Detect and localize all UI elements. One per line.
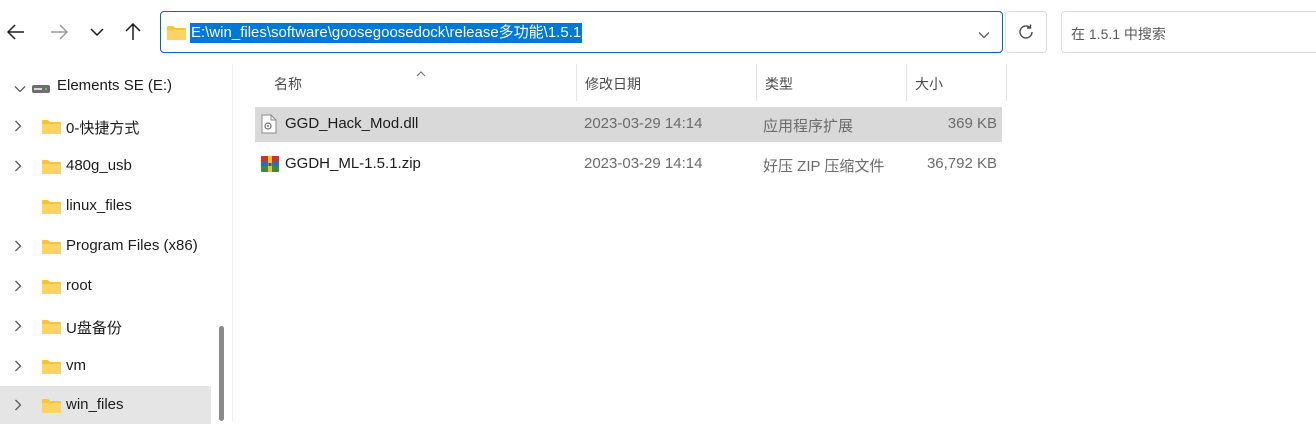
tree-item-label: vm	[66, 357, 86, 374]
file-date: 2023-03-29 14:14	[584, 115, 703, 132]
file-type: 好压 ZIP 压缩文件	[763, 158, 885, 175]
tree-item-vm[interactable]: vm	[0, 347, 211, 385]
tree-item-linux-files[interactable]: linux_files	[0, 187, 211, 225]
folder-icon	[42, 279, 61, 298]
column-header-date[interactable]: 修改日期	[577, 64, 756, 101]
folder-icon	[42, 319, 61, 338]
tree-item-usb-backup[interactable]: U盘备份	[0, 307, 211, 345]
tree-item-label: win_files	[66, 396, 124, 413]
arrow-up-icon	[125, 23, 141, 40]
chevron-right-icon[interactable]	[14, 359, 22, 376]
folder-icon	[42, 159, 61, 178]
folder-icon	[167, 25, 186, 44]
column-header-label: 名称	[274, 76, 302, 92]
tree-item-label: U盘备份	[66, 320, 122, 337]
chevron-right-icon[interactable]	[14, 119, 22, 136]
folder-icon	[42, 199, 61, 218]
chevron-down-icon[interactable]	[14, 80, 26, 97]
forward-button[interactable]	[44, 14, 74, 50]
column-separator[interactable]	[1006, 64, 1007, 101]
recent-locations-button[interactable]	[82, 14, 112, 50]
chevron-right-icon[interactable]	[14, 279, 22, 296]
column-header-label: 大小	[915, 76, 943, 92]
column-header-label: 修改日期	[585, 76, 641, 92]
drive-icon	[32, 81, 50, 98]
tree-item-program-files-x86[interactable]: Program Files (x86)	[0, 227, 211, 265]
address-bar[interactable]: E:\win_files\software\goosegoosedock\rel…	[160, 11, 1003, 53]
tree-item-label: Program Files (x86)	[66, 237, 198, 254]
column-header-type[interactable]: 类型	[757, 64, 906, 101]
refresh-button[interactable]	[1005, 11, 1047, 53]
search-placeholder[interactable]: 在 1.5.1 中搜索	[1071, 24, 1166, 44]
tree-item-root[interactable]: root	[0, 267, 211, 305]
tree-item-label: root	[66, 277, 92, 294]
column-header-label: 类型	[765, 76, 793, 92]
dll-file-icon	[260, 114, 278, 138]
file-name: GGD_Hack_Mod.dll	[285, 115, 419, 132]
chevron-down-icon	[90, 28, 104, 36]
address-dropdown-icon[interactable]	[978, 26, 990, 43]
search-box[interactable]: 在 1.5.1 中搜索	[1061, 11, 1316, 53]
folder-icon	[42, 119, 61, 138]
tree-item-drive[interactable]: Elements SE (E:)	[0, 67, 211, 105]
folder-icon	[42, 239, 61, 258]
chevron-right-icon[interactable]	[14, 159, 22, 176]
file-size: 36,792 KB	[926, 155, 997, 172]
file-date: 2023-03-29 14:14	[584, 155, 703, 172]
folder-icon	[42, 398, 61, 417]
chevron-right-icon[interactable]	[14, 398, 22, 415]
column-header-size[interactable]: 大小	[907, 64, 1006, 101]
back-button[interactable]	[1, 14, 31, 50]
arrow-right-icon	[51, 24, 68, 40]
chevron-right-icon[interactable]	[14, 239, 22, 256]
file-size: 369 KB	[947, 115, 997, 132]
tree-item-480g-usb[interactable]: 480g_usb	[0, 147, 211, 185]
address-path[interactable]: E:\win_files\software\goosegoosedock\rel…	[190, 23, 583, 43]
tree-item-label: Elements SE (E:)	[57, 77, 173, 94]
file-type: 应用程序扩展	[763, 118, 854, 135]
tree-item-0-shortcuts[interactable]: 0-快捷方式	[0, 107, 211, 145]
refresh-icon	[1019, 24, 1033, 39]
zip-archive-icon	[260, 154, 280, 178]
tree-item-label: linux_files	[66, 197, 132, 214]
nav-scrollbar-thumb[interactable]	[219, 326, 224, 421]
pane-divider[interactable]	[232, 64, 233, 421]
file-name: GGDH_ML-1.5.1.zip	[285, 155, 421, 172]
tree-item-win-files[interactable]: win_files	[0, 386, 211, 424]
folder-icon	[42, 359, 61, 378]
chevron-right-icon[interactable]	[14, 319, 22, 336]
arrow-left-icon	[7, 24, 24, 40]
file-row[interactable]: GGD_Hack_Mod.dll 2023-03-29 14:14 应用程序扩展…	[255, 107, 1002, 142]
up-button[interactable]	[118, 14, 148, 50]
file-row[interactable]: GGDH_ML-1.5.1.zip 2023-03-29 14:14 好压 ZI…	[255, 147, 1002, 182]
tree-item-label: 480g_usb	[66, 157, 132, 174]
tree-item-label: 0-快捷方式	[66, 120, 140, 137]
sort-ascending-icon	[416, 64, 426, 81]
